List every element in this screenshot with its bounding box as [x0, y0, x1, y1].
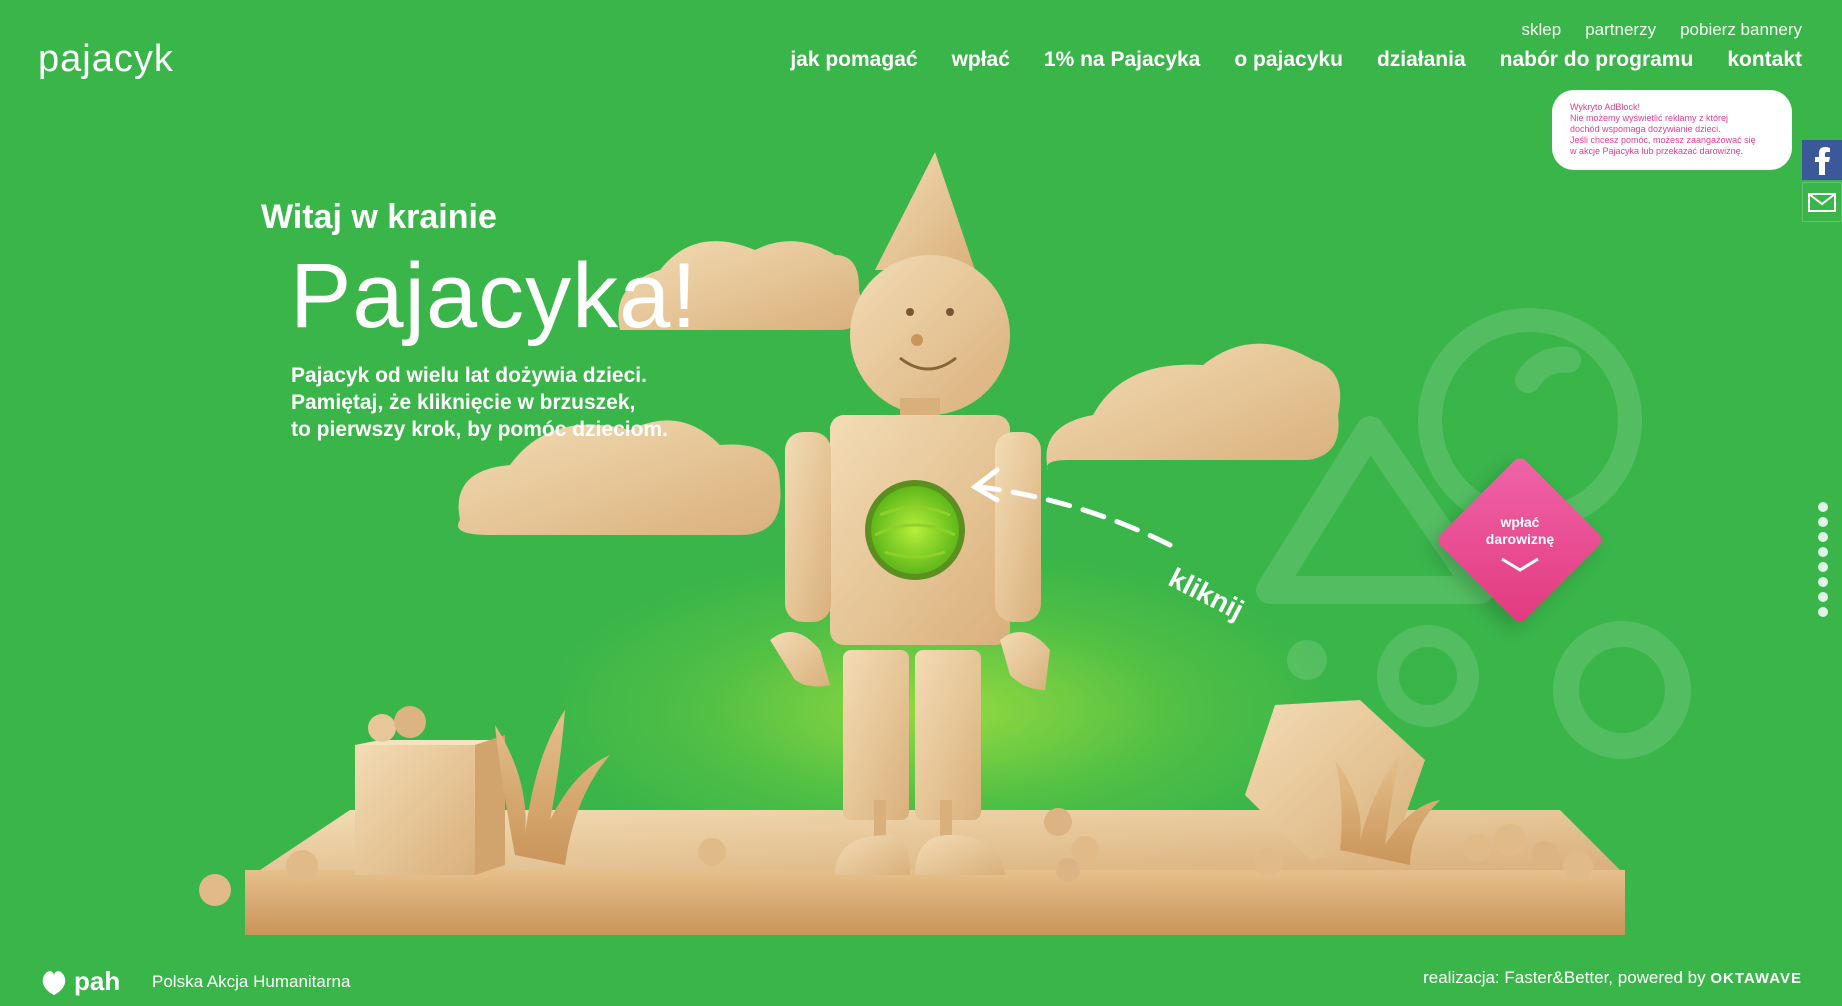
hero-description-line: Pamiętaj, że kliknięcie w brzuszek,: [291, 391, 636, 414]
pah-logo[interactable]: pah: [40, 966, 120, 997]
adblock-line: Nie możemy wyświetlić reklamy z której: [1570, 113, 1729, 123]
mail-share-button[interactable]: [1802, 182, 1842, 222]
pah-logo-icon: [42, 970, 66, 995]
hero-title: Pajacyka!: [290, 245, 698, 347]
nav-item-actions[interactable]: działania: [1377, 48, 1466, 72]
top-link-banners[interactable]: pobierz bannery: [1680, 20, 1802, 40]
pagination-dot[interactable]: [1818, 577, 1828, 587]
top-link-partners[interactable]: partnerzy: [1585, 20, 1656, 40]
top-links: sklep partnerzy pobierz bannery: [1522, 20, 1802, 40]
facebook-icon: [1815, 147, 1830, 175]
donate-label: wpłać darowiznę: [1460, 514, 1580, 548]
pagination-dot[interactable]: [1818, 502, 1828, 512]
nav-item-donate[interactable]: wpłać: [952, 48, 1010, 72]
top-link-shop[interactable]: sklep: [1522, 20, 1562, 40]
pagination-dot[interactable]: [1818, 547, 1828, 557]
adblock-line: Wykryto AdBlock!: [1570, 102, 1640, 112]
hero-description-line: to pierwszy krok, by pomóc dzieciom.: [291, 418, 668, 441]
nav-item-one-percent[interactable]: 1% na Pajacyka: [1044, 48, 1200, 72]
donate-label-line: darowiznę: [1485, 531, 1555, 547]
oktawave-logo[interactable]: OKTAWAVE: [1710, 970, 1802, 987]
hero-subtitle: Witaj w krainie: [261, 198, 497, 236]
nav-item-how-to-help[interactable]: jak pomagać: [790, 48, 917, 72]
mail-icon: [1808, 193, 1836, 212]
hero-description: Pajacyk od wielu lat dożywia dzieci. Pam…: [291, 362, 668, 443]
adblock-notice: Wykryto AdBlock! Nie możemy wyświetlić r…: [1552, 90, 1792, 170]
pagination-dot[interactable]: [1818, 517, 1828, 527]
chevron-down-icon: [1501, 557, 1539, 572]
donate-label-line: wpłać: [1500, 514, 1540, 530]
nav-item-recruitment[interactable]: nabór do programu: [1500, 48, 1694, 72]
pah-name: Polska Akcja Humanitarna: [152, 972, 351, 991]
section-pagination: [1818, 502, 1828, 617]
adblock-line: w akcje Pajacyka lub przekazać darowiznę…: [1570, 146, 1744, 156]
pah-logo-text: pah: [74, 966, 121, 996]
hero-description-line: Pajacyk od wielu lat dożywia dzieci.: [291, 364, 647, 387]
pagination-dot[interactable]: [1818, 562, 1828, 572]
credits-text[interactable]: realizacja: Faster&Better, powered by: [1423, 968, 1706, 987]
footer-credits: realizacja: Faster&Better, powered by OK…: [1423, 968, 1802, 988]
nav-item-contact[interactable]: kontakt: [1727, 48, 1802, 72]
pagination-dot[interactable]: [1818, 532, 1828, 542]
site-logo[interactable]: pajacyk: [38, 38, 174, 81]
pagination-dot[interactable]: [1818, 607, 1828, 617]
nav-item-about[interactable]: o pajacyku: [1234, 48, 1343, 72]
donate-button[interactable]: wpłać darowiznę: [1435, 455, 1605, 625]
adblock-line: dochód wspomaga dożywianie dzieci.: [1570, 124, 1721, 134]
adblock-line: Jeśli chcesz pomóc, możesz zaangażować s…: [1570, 135, 1756, 145]
main-nav: jak pomagać wpłać 1% na Pajacyka o pajac…: [790, 48, 1802, 72]
facebook-share-button[interactable]: [1802, 140, 1842, 180]
pagination-dot[interactable]: [1818, 592, 1828, 602]
